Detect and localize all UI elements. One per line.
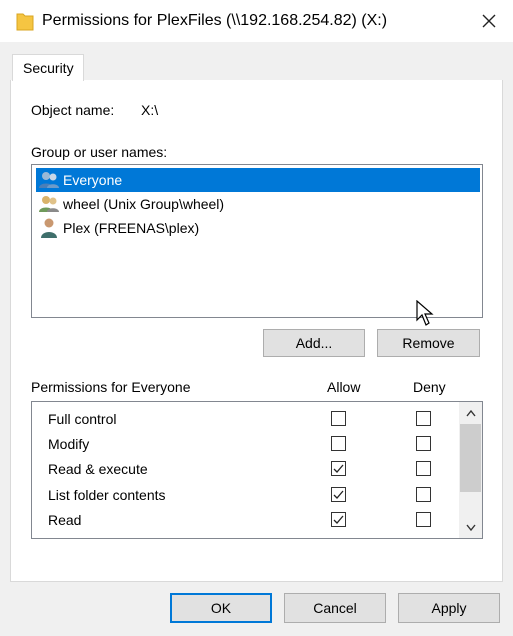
list-item-everyone[interactable]: Everyone: [36, 168, 480, 192]
permissions-list: Full control Modify Read & execute List …: [31, 401, 483, 539]
permission-row: Read & execute: [32, 458, 460, 483]
group-icon: [39, 196, 59, 212]
list-item-label: Everyone: [63, 172, 123, 188]
allow-checkbox[interactable]: [331, 487, 346, 502]
permission-name: Full control: [48, 411, 117, 427]
deny-checkbox[interactable]: [416, 436, 431, 451]
scroll-up-button[interactable]: [459, 402, 482, 424]
allow-checkbox[interactable]: [331, 461, 346, 476]
permission-row: Modify: [32, 433, 460, 458]
close-button[interactable]: [472, 6, 506, 36]
permission-name: List folder contents: [48, 487, 166, 503]
remove-button[interactable]: Remove: [377, 329, 480, 357]
scrollbar-thumb[interactable]: [460, 424, 481, 492]
allow-column-header: Allow: [327, 379, 361, 395]
tab-security[interactable]: Security: [12, 54, 84, 81]
deny-column-header: Deny: [413, 379, 446, 395]
user-icon: [41, 218, 57, 238]
deny-checkbox[interactable]: [416, 512, 431, 527]
deny-checkbox[interactable]: [416, 487, 431, 502]
group-icon: [39, 172, 59, 188]
checkmark-icon: [333, 490, 344, 499]
folder-icon: [16, 13, 34, 31]
permission-row: Full control: [32, 408, 460, 433]
group-user-list[interactable]: Everyone wheel (Unix Group\wheel) Plex (…: [31, 164, 483, 318]
permission-name: Modify: [48, 436, 90, 452]
list-item-plex[interactable]: Plex (FREENAS\plex): [36, 216, 480, 240]
close-icon: [482, 14, 496, 28]
chevron-up-icon: [465, 409, 476, 416]
ok-button[interactable]: OK: [170, 593, 272, 623]
apply-button[interactable]: Apply: [398, 593, 500, 623]
list-item-wheel[interactable]: wheel (Unix Group\wheel): [36, 192, 480, 216]
object-name-label: Object name:: [31, 102, 115, 118]
permission-row: [32, 535, 460, 539]
list-item-label: Plex (FREENAS\plex): [63, 220, 200, 236]
list-item-label: wheel (Unix Group\wheel): [63, 196, 225, 212]
permission-row: List folder contents: [32, 484, 460, 509]
permission-name: Read & execute: [48, 461, 148, 477]
window-title: Permissions for PlexFiles (\\192.168.254…: [42, 12, 388, 29]
deny-checkbox[interactable]: [416, 411, 431, 426]
allow-checkbox[interactable]: [331, 538, 346, 539]
permission-row: Read: [32, 509, 460, 534]
mouse-cursor-icon: [416, 300, 434, 326]
cancel-button[interactable]: Cancel: [284, 593, 386, 623]
allow-checkbox[interactable]: [331, 512, 346, 527]
permission-name: Read: [48, 512, 82, 528]
checkmark-icon: [333, 464, 344, 473]
object-name-value: X:\: [141, 102, 159, 118]
checkmark-icon: [333, 515, 344, 524]
allow-checkbox[interactable]: [331, 411, 346, 426]
deny-checkbox[interactable]: [416, 538, 431, 539]
group-list-label: Group or user names:: [31, 144, 168, 160]
add-button[interactable]: Add...: [263, 329, 365, 357]
allow-checkbox[interactable]: [331, 436, 346, 451]
scroll-down-button[interactable]: [459, 516, 482, 538]
permissions-title: Permissions for Everyone: [31, 379, 191, 395]
chevron-down-icon: [465, 524, 476, 531]
deny-checkbox[interactable]: [416, 461, 431, 476]
